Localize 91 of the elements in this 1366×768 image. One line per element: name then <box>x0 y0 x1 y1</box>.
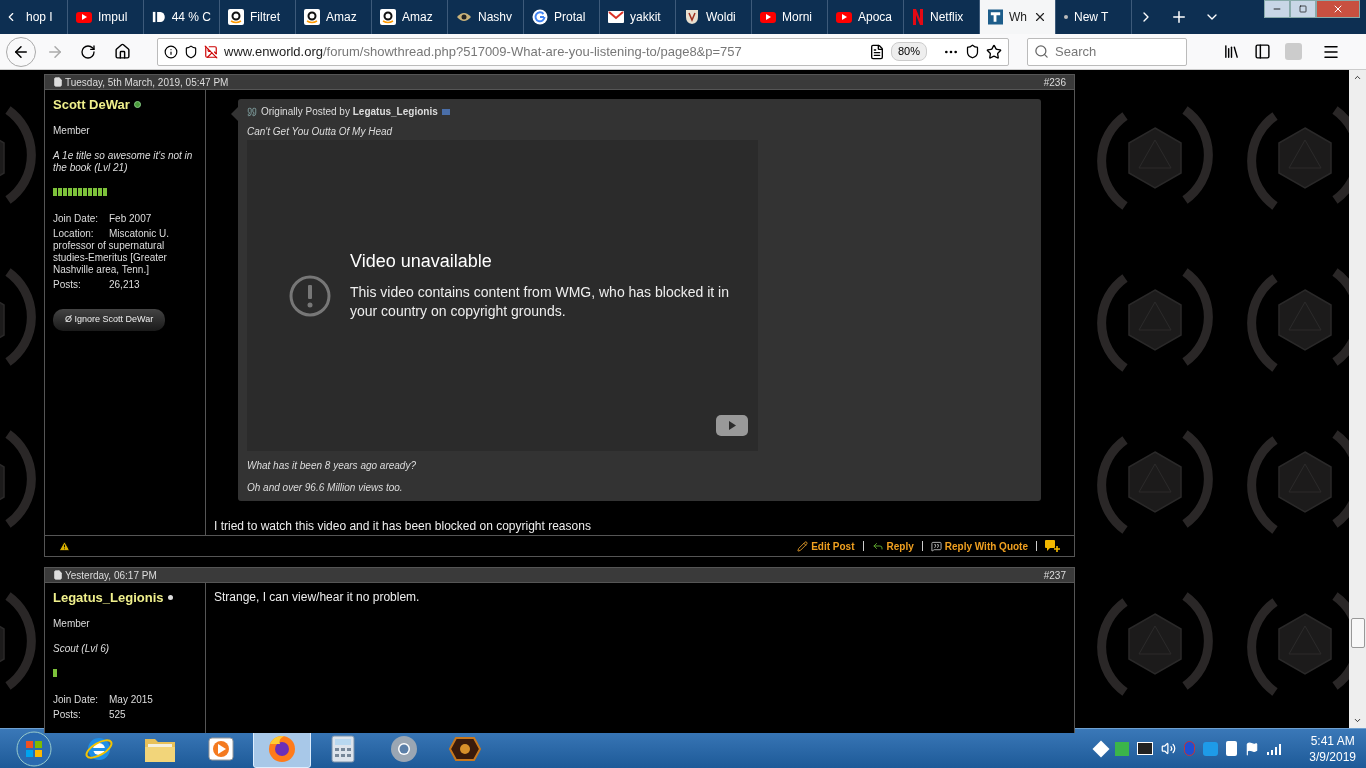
post-action-link[interactable]: Reply <box>871 538 914 554</box>
sidebar-icon[interactable] <box>1254 43 1271 60</box>
quote-bubble-icon <box>930 540 942 552</box>
signal-bars-icon[interactable] <box>1267 742 1284 755</box>
amazon-a-icon <box>380 9 396 25</box>
search-input[interactable]: Search <box>1055 41 1175 62</box>
quote-icon <box>247 106 257 117</box>
report-warning-icon[interactable] <box>59 540 70 552</box>
scroll-thumb[interactable] <box>1350 618 1365 648</box>
address-bar[interactable]: www.enworld.org/forum/showthread.php?517009-What-are-you-listening-to/page8&p=757 80% <box>157 37 1009 66</box>
id-logo-icon <box>152 9 166 25</box>
page-logo-icon <box>988 9 1003 25</box>
video-error-title: Video unavailable <box>350 250 493 273</box>
url-text: www.enworld.org/forum/showthread.php?517009-What-are-you-listening-to/page8&p=757 <box>224 42 743 61</box>
mail-icon <box>608 11 624 23</box>
post-date: Yesterday, 06:17 PM <box>65 568 157 583</box>
close-tab-icon[interactable] <box>1033 10 1047 24</box>
g-logo-icon <box>532 9 548 25</box>
game-badge-icon <box>448 735 482 762</box>
close-icon <box>1332 3 1344 15</box>
media-player-icon <box>207 734 235 763</box>
restore-icon <box>1299 5 1307 13</box>
post-action-link[interactable]: Reply With Quote <box>930 538 1028 554</box>
username-link[interactable]: Legatus_Legionis <box>53 588 164 608</box>
reply-arrow-icon <box>871 540 884 552</box>
username-link[interactable]: Scott DeWar <box>53 95 130 115</box>
search-icon <box>1034 44 1049 59</box>
start-button[interactable] <box>14 728 54 768</box>
new-tab-icon[interactable] <box>1170 8 1188 26</box>
check-icon[interactable] <box>1115 741 1130 756</box>
amazon-a-icon <box>228 9 244 25</box>
play-icon <box>836 11 852 23</box>
video-error-message: This video contains content from WMG, who has blocked it in your country on copyright grounds. <box>350 283 730 321</box>
home-button[interactable] <box>114 43 131 60</box>
eye-icon <box>456 11 472 23</box>
flag-icon[interactable] <box>1245 741 1260 756</box>
user-rank: Member <box>53 616 91 631</box>
scroll-down-icon[interactable] <box>1353 716 1362 725</box>
post-number[interactable]: #237 <box>1043 567 1066 583</box>
reader-view-icon[interactable] <box>868 43 885 60</box>
pencil-icon <box>797 540 809 552</box>
profile-field: Posts: 26,213 <box>53 278 197 291</box>
document-icon <box>53 570 63 580</box>
quote-text: Oh and over 96.6 Million views too. <box>247 481 404 495</box>
user-title: A 1e title so awesome it's not in the book (Lvl 21) <box>53 149 194 174</box>
zoom-level-badge[interactable]: 80% <box>890 42 927 61</box>
reload-button[interactable] <box>80 43 96 60</box>
device-icon[interactable] <box>1226 741 1238 756</box>
volume-icon[interactable] <box>1161 741 1177 756</box>
scroll-up-icon[interactable] <box>1353 73 1362 82</box>
play-icon <box>76 11 92 23</box>
calculator-icon <box>331 734 355 763</box>
clock[interactable]: 5:41 AM 3/9/2019 <box>1309 732 1356 765</box>
post-date: Tuesday, 5th March, 2019, 05:47 PM <box>65 75 229 90</box>
ignore-user-button[interactable]: Ø Ignore Scott DeWar <box>53 308 166 331</box>
chrome-logo-icon <box>389 733 419 764</box>
post-number[interactable]: #236 <box>1043 74 1066 90</box>
profile-field: Join Date: May 2015 <box>53 693 197 706</box>
browser-tab[interactable]: Wh <box>980 0 1056 34</box>
play-icon <box>760 11 776 23</box>
post-body: I tried to watch this video and it has been blocked on copyright reasons <box>214 518 592 535</box>
quote-plus-icon <box>1045 540 1060 552</box>
vertical-scrollbar[interactable] <box>1349 70 1366 728</box>
bookmark-star-icon[interactable] <box>986 43 1002 60</box>
monitor-icon[interactable] <box>1137 742 1154 755</box>
profile-field: Join Date: Feb 2007 <box>53 212 197 225</box>
search-field[interactable]: Search <box>1027 37 1187 66</box>
crest-icon <box>684 9 700 25</box>
minimize-button[interactable] <box>1264 0 1290 18</box>
document-icon <box>53 77 63 87</box>
blocked-media-icon[interactable] <box>204 44 218 59</box>
n-logo-icon <box>912 9 924 25</box>
alert-circle-icon <box>289 274 331 317</box>
user-rank: Member <box>53 123 91 138</box>
play-logo-icon[interactable] <box>716 415 748 436</box>
firefox-logo-icon <box>267 733 297 764</box>
shield-icon[interactable] <box>184 44 198 59</box>
user-title: Scout (Lvl 6) <box>53 642 111 655</box>
profile-field: Posts: 525 <box>53 708 197 721</box>
quote-attribution: Originally Posted by Legatus_Legionis <box>261 105 438 119</box>
library-icon[interactable] <box>1223 43 1240 60</box>
post-action-link[interactable]: Edit Post <box>797 538 855 554</box>
view-post-icon[interactable] <box>441 108 450 115</box>
quote-text: What has it been 8 years ago aready? <box>247 459 417 473</box>
profile-field: Location: Miscatonic U. professor of supernatural studies-Emeritus [Greater Nashville area, Tenn.] <box>53 227 197 276</box>
info-icon[interactable] <box>164 44 178 59</box>
pocket-icon[interactable] <box>965 44 980 59</box>
quote-text: Can't Get You Outta Of My Head <box>247 125 394 139</box>
amazon-a-icon <box>304 9 320 25</box>
reputation-pip-icon <box>53 668 57 677</box>
post-body: Strange, I can view/hear it no problem. <box>214 589 421 606</box>
